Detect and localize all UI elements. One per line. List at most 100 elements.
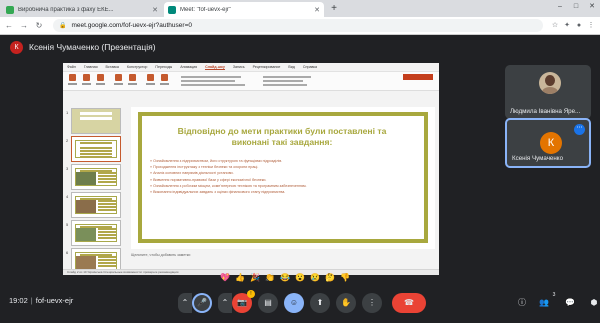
bullet-text: Вивчення нормативно-правової бази у сфер…	[153, 177, 267, 182]
close-tab-icon[interactable]: ✕	[152, 6, 158, 14]
ribbon-command-icon	[95, 74, 105, 86]
reaction-laugh-icon[interactable]: 😂	[278, 273, 292, 282]
reactions-button[interactable]: ☺	[284, 293, 304, 313]
participant-tile[interactable]: Людмила Іванівна Яре...	[505, 65, 591, 119]
ribbon-tab: Главная	[83, 65, 98, 69]
browser-tab-practice[interactable]: Виробнича практика з фаху ЕКЕ... ✕	[2, 2, 162, 17]
ribbon-tab: Вид	[288, 65, 295, 69]
close-tab-icon[interactable]: ✕	[314, 6, 320, 14]
ribbon-tabs: Файл Главная Вставка Конструктор Переход…	[63, 63, 439, 72]
meet-favicon-icon	[168, 5, 176, 14]
meeting-details-icon[interactable]: ⓘ	[515, 297, 529, 308]
ribbon-command-icon	[159, 74, 169, 86]
new-tab-button[interactable]: +	[328, 3, 340, 15]
camera-off-icon: 📷	[237, 298, 247, 307]
forward-button[interactable]: →	[18, 21, 30, 30]
present-button[interactable]: ⬆	[310, 293, 330, 313]
ribbon-tab: Конструктор	[126, 65, 148, 69]
profile-icon[interactable]: ●	[573, 20, 585, 32]
ribbon-tab-active: Слайд-шоу	[205, 64, 225, 70]
maximize-button[interactable]: □	[568, 0, 584, 14]
reaction-thinking-icon[interactable]: 🤔	[323, 273, 337, 282]
extensions-area: ☆ ✦ ● ⋮	[549, 20, 597, 32]
menu-icon[interactable]: ⋮	[585, 20, 597, 32]
reaction-thumbs-down-icon[interactable]: 👎	[338, 273, 352, 282]
people-count: 3	[552, 292, 556, 298]
activities-icon[interactable]: ⬢	[587, 298, 600, 307]
more-options-button[interactable]: ⋮	[362, 293, 382, 313]
lock-icon[interactable]: 🔒	[59, 22, 66, 29]
reaction-clap-icon[interactable]: 👏	[263, 273, 277, 282]
docs-favicon-icon	[6, 5, 14, 14]
browser-tab-meet[interactable]: Meet: "fof-uevx-ejr" ✕	[164, 2, 324, 17]
slide-thumbnail-active: 2	[66, 136, 121, 162]
video-options-chevron-icon[interactable]: ⌃	[218, 293, 232, 313]
ribbon-option	[263, 76, 311, 78]
participant-name: Людмила Іванівна Яре...	[510, 108, 581, 115]
camera-warning-badge: !	[247, 290, 255, 298]
bullet-text: Аналіз основних напрямів діяльності уста…	[153, 171, 234, 176]
thumb-number: 2	[66, 138, 69, 143]
ribbon-tab: Справка	[302, 65, 318, 69]
call-controls: ⌃ 🎤 ⌃ 📷! ▤ ☺ ⬆ ✋ ⋮ ☎	[178, 290, 432, 313]
shared-screen: Файл Главная Вставка Конструктор Переход…	[63, 63, 439, 275]
people-icon[interactable]: 👥 3	[539, 292, 555, 307]
thumb-number: 5	[66, 222, 69, 227]
tab-title: Meet: "fof-uevx-ejr"	[180, 6, 231, 13]
participant-avatar: К	[540, 132, 562, 154]
audio-options-chevron-icon[interactable]: ⌃	[178, 293, 192, 313]
minimize-button[interactable]: –	[552, 0, 568, 14]
window-controls: – □ ✕	[552, 0, 600, 14]
ribbon-tab: Запись	[232, 65, 245, 69]
reaction-thumbs-up-icon[interactable]: 👍	[233, 273, 247, 282]
raise-hand-button[interactable]: ✋	[336, 293, 356, 313]
reaction-surprised-icon[interactable]: 😮	[293, 273, 307, 282]
ribbon-tab: Переходы	[155, 65, 173, 69]
address-bar[interactable]: 🔒 meet.google.com/fof-uevx-ejr?authuser=…	[53, 19, 543, 32]
ribbon-tab: Анимация	[180, 65, 198, 69]
ribbon-command-icon	[127, 74, 137, 86]
ribbon-tab: Рецензирование	[252, 65, 281, 69]
browser-toolbar: ← → ↻ 🔒 meet.google.com/fof-uevx-ejr?aut…	[0, 17, 600, 35]
star-icon[interactable]: ☆	[549, 20, 561, 32]
ribbon-command-icon	[67, 74, 77, 86]
tab-title: Виробнича практика з фаху ЕКЕ...	[18, 6, 114, 13]
microphone-button[interactable]: 🎤	[192, 293, 212, 313]
back-button[interactable]: ←	[3, 21, 15, 30]
chat-icon[interactable]: 💬	[563, 298, 577, 307]
participant-photo-avatar	[539, 72, 561, 94]
reload-button[interactable]: ↻	[33, 21, 45, 30]
camera-off-button[interactable]: 📷!	[232, 290, 255, 313]
browser-tab-strip: Виробнича практика з фаху ЕКЕ... ✕ Meet:…	[0, 0, 600, 17]
ribbon-command-icon	[81, 74, 91, 86]
ribbon-command-icon	[113, 74, 123, 86]
reaction-sad-icon[interactable]: 😢	[308, 273, 322, 282]
slide-bullet: » Виконання індивідуальних завдань з оці…	[150, 190, 286, 195]
reaction-heart-icon[interactable]: 💖	[218, 273, 232, 282]
participant-tile-self[interactable]: К ⋯ Ксенія Чумаченко	[505, 118, 591, 168]
ribbon-tab: Файл	[67, 65, 76, 69]
captions-button[interactable]: ▤	[258, 293, 278, 313]
meeting-code: fof-uevx-ejr	[35, 296, 74, 305]
slide-bullet-list: » Ознайомлення з підприємством, його стр…	[150, 158, 420, 195]
reaction-party-icon[interactable]: 🎉	[248, 273, 262, 282]
thumb-number: 3	[66, 166, 69, 171]
close-window-button[interactable]: ✕	[584, 0, 600, 14]
slide-thumbnail: 1	[66, 108, 121, 134]
ribbon-option	[263, 80, 303, 82]
side-panel-controls: ⓘ 👥 3 💬 ⬢	[515, 292, 600, 308]
bullet-text: Виконання індивідуальних завдань з оцінк…	[153, 190, 286, 195]
end-call-button[interactable]: ☎	[392, 293, 426, 313]
ribbon-command-icon	[145, 74, 155, 86]
thumb-number: 4	[66, 194, 69, 199]
slide-thumbnail: 3	[66, 164, 121, 190]
puzzle-icon[interactable]: ✦	[561, 20, 573, 32]
presenter-bar: К Ксенія Чумаченко (Презентація)	[0, 35, 600, 59]
meeting-time: 19:02	[9, 296, 28, 305]
thumb-number: 6	[66, 250, 69, 255]
bullet-text: Ознайомлення з підприємством, його струк…	[153, 159, 283, 163]
ribbon-option	[181, 84, 245, 86]
more-options-icon[interactable]: ⋯	[574, 124, 585, 135]
ribbon	[63, 72, 439, 91]
url-text: meet.google.com/fof-uevx-ejr?authuser=0	[71, 22, 192, 29]
